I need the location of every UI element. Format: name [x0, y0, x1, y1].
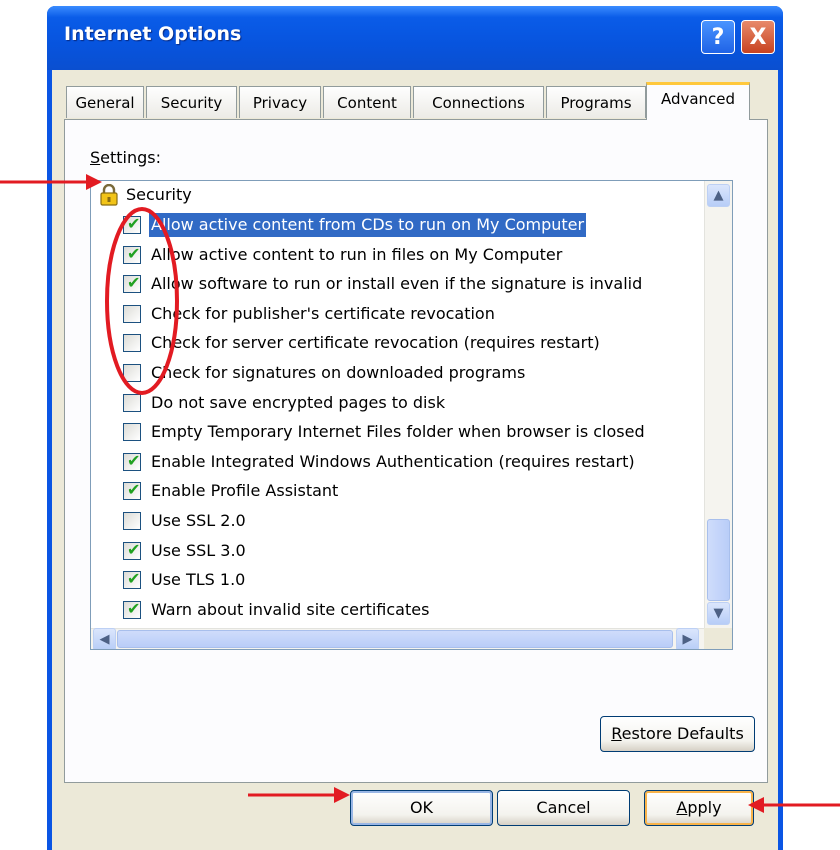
tab-general[interactable]: General — [66, 86, 144, 118]
checkbox-checked[interactable]: ✔ — [123, 450, 141, 471]
setting-row[interactable]: Empty Temporary Internet Files folder wh… — [91, 419, 691, 448]
dialog-body: General Security Privacy Content Connect… — [52, 70, 778, 850]
checkmark-icon: ✔ — [127, 243, 141, 263]
window-title: Internet Options — [64, 23, 242, 45]
setting-row[interactable]: ✔ Use SSL 3.0 — [91, 538, 691, 567]
setting-label: Use TLS 1.0 — [151, 570, 246, 590]
horizontal-scroll-thumb[interactable] — [117, 630, 673, 648]
tab-advanced[interactable]: Advanced — [646, 82, 750, 120]
scroll-corner — [704, 628, 732, 649]
setting-row[interactable]: Do not save encrypted pages to disk — [91, 390, 691, 419]
checkbox-unchecked[interactable] — [123, 304, 141, 323]
setting-label: Empty Temporary Internet Files folder wh… — [151, 422, 645, 442]
scroll-right-icon[interactable]: ▶ — [676, 628, 699, 649]
setting-row[interactable]: Use SSL 2.0 — [91, 508, 691, 537]
advanced-panel: Settings: Security ✔ Allow active content… — [64, 119, 768, 783]
setting-row[interactable]: ✔ Allow active content from CDs to run on… — [91, 212, 691, 241]
checkmark-icon: ✔ — [127, 214, 141, 233]
scroll-down-icon[interactable]: ▼ — [707, 602, 730, 625]
setting-row[interactable]: Check for publisher's certificate revoca… — [91, 301, 691, 330]
cancel-button[interactable]: Cancel — [497, 790, 630, 826]
scroll-left-icon[interactable]: ◀ — [93, 628, 116, 649]
setting-label: Allow software to run or install even if… — [151, 274, 643, 294]
checkbox-unchecked[interactable] — [123, 364, 141, 382]
setting-row[interactable]: ✔ Allow active content to run in files on… — [91, 242, 691, 271]
tab-connections[interactable]: Connections — [413, 86, 544, 118]
checkbox-checked[interactable]: ✔ — [123, 480, 141, 501]
help-button[interactable]: ? — [701, 20, 735, 54]
setting-row[interactable]: Check for signatures on downloaded progr… — [91, 360, 691, 389]
setting-row[interactable]: ✔ Enable Profile Assistant — [91, 478, 691, 507]
checkmark-icon: ✔ — [127, 450, 141, 470]
checkbox-checked[interactable]: ✔ — [123, 569, 141, 590]
setting-row[interactable]: ✔ Warn about invalid site certificates — [91, 597, 691, 626]
checkmark-icon: ✔ — [127, 539, 141, 559]
checkbox-checked[interactable]: ✔ — [123, 273, 141, 294]
checkbox-checked[interactable]: ✔ — [123, 598, 141, 619]
setting-label: Enable Profile Assistant — [151, 481, 339, 501]
setting-row[interactable]: Check for server certificate revocation … — [91, 330, 691, 359]
restore-defaults-button[interactable]: Restore Defaults — [600, 716, 755, 752]
internet-options-window: Internet Options ? X General Security Pr… — [47, 6, 783, 850]
setting-label: Check for server certificate revocation … — [151, 333, 600, 353]
setting-label: Use SSL 2.0 — [151, 511, 246, 530]
checkbox-unchecked[interactable] — [123, 512, 141, 530]
tab-programs[interactable]: Programs — [546, 86, 646, 118]
horizontal-scrollbar[interactable]: ◀ ▶ — [91, 628, 704, 649]
checkmark-icon: ✔ — [127, 569, 141, 589]
vertical-scrollbar[interactable]: ▲ ▼ — [704, 181, 732, 628]
setting-label: Allow active content to run in files on … — [151, 244, 563, 264]
checkbox-checked[interactable]: ✔ — [123, 539, 141, 560]
setting-row[interactable]: ✔ Use TLS 1.0 — [91, 567, 691, 596]
setting-row[interactable]: ✔ Enable Integrated Windows Authenticatio… — [91, 449, 691, 478]
setting-label: Warn about invalid site certificates — [151, 599, 430, 619]
setting-label: Enable Integrated Windows Authentication… — [151, 451, 635, 471]
checkbox-checked[interactable]: ✔ — [123, 214, 141, 234]
group-label: Security — [126, 185, 192, 204]
setting-label: Check for publisher's certificate revoca… — [151, 303, 495, 323]
checkbox-unchecked[interactable] — [123, 334, 141, 353]
settings-label: Settings: — [90, 148, 162, 167]
checkbox-unchecked[interactable] — [123, 423, 141, 442]
close-button[interactable]: X — [741, 20, 775, 54]
tab-content[interactable]: Content — [323, 86, 411, 118]
settings-list[interactable]: Security ✔ Allow active content from CDs … — [90, 180, 733, 650]
tab-privacy[interactable]: Privacy — [239, 86, 321, 118]
setting-row[interactable]: ✔ Allow software to run or install even i… — [91, 271, 691, 300]
setting-label: Do not save encrypted pages to disk — [151, 392, 446, 412]
scroll-up-icon[interactable]: ▲ — [707, 184, 730, 207]
tab-security[interactable]: Security — [146, 86, 237, 118]
lock-icon — [100, 184, 118, 206]
setting-label: Check for signatures on downloaded progr… — [151, 363, 526, 382]
checkbox-unchecked[interactable] — [123, 393, 141, 412]
checkmark-icon: ✔ — [127, 598, 141, 618]
vertical-scroll-thumb[interactable] — [707, 519, 730, 601]
group-security[interactable]: Security — [91, 182, 691, 211]
checkmark-icon: ✔ — [127, 273, 141, 293]
apply-button[interactable]: Apply — [644, 790, 754, 826]
setting-label: Use SSL 3.0 — [151, 540, 246, 560]
checkmark-icon: ✔ — [127, 480, 141, 500]
ok-button[interactable]: OK — [350, 790, 493, 826]
title-bar[interactable]: Internet Options ? X — [47, 6, 783, 70]
checkbox-checked[interactable]: ✔ — [123, 243, 141, 264]
setting-label: Allow active content from CDs to run on … — [149, 213, 587, 237]
